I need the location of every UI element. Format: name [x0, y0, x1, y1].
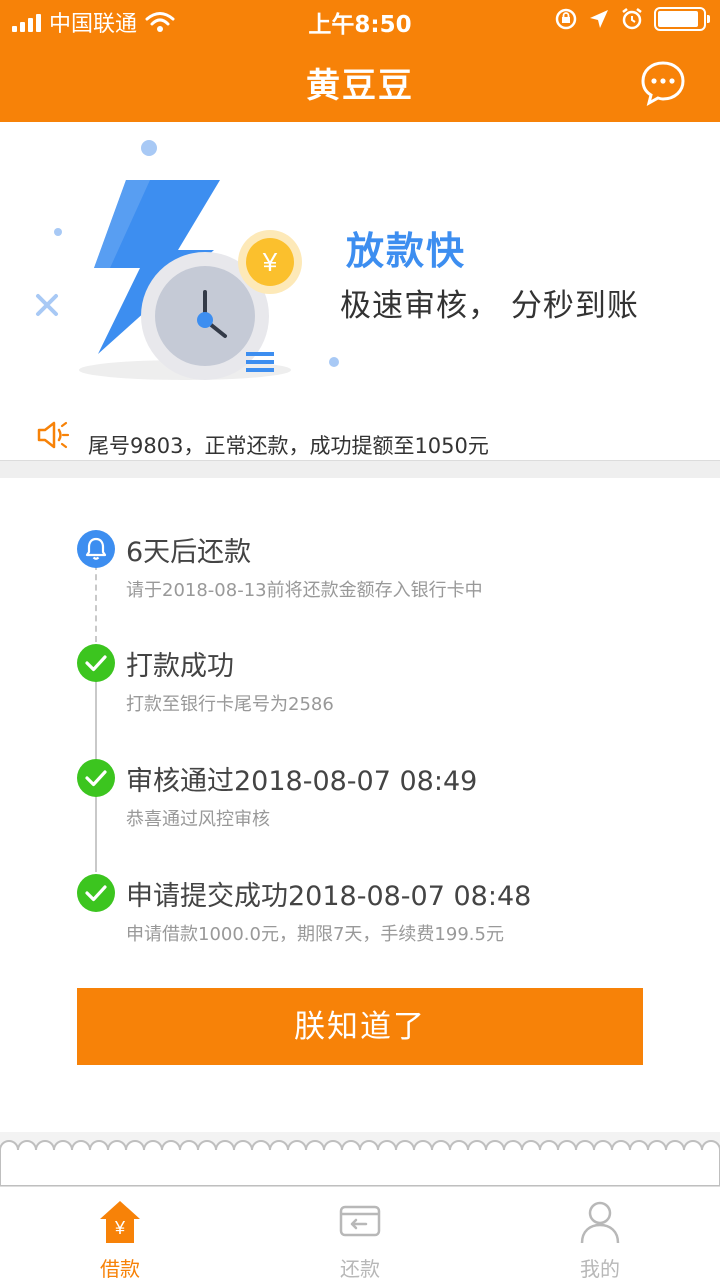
timeline-item: 打款成功 打款至银行卡尾号为2586	[0, 644, 720, 734]
timeline-desc: 打款至银行卡尾号为2586	[126, 694, 334, 715]
timeline-desc: 恭喜通过风控审核	[126, 809, 270, 830]
profile-icon	[580, 1201, 620, 1244]
battery-icon	[654, 7, 710, 31]
tab-label: 还款	[340, 1257, 380, 1280]
fast-loan-illustration: ¥	[36, 140, 339, 380]
timeline-title: 审核通过2018-08-07 08:49	[126, 766, 478, 797]
alarm-icon	[622, 8, 642, 30]
bottom-tab-bar: ¥ 借款 还款 我的	[0, 1186, 720, 1280]
tab-loan[interactable]: ¥ 借款	[0, 1187, 240, 1280]
timeline-item: 审核通过2018-08-07 08:49 恭喜通过风控审核	[0, 759, 720, 849]
notice-text: 尾号9803，正常还款，成功提额至1050元	[88, 434, 489, 458]
page-title: 黄豆豆	[306, 66, 414, 106]
bell-icon	[77, 530, 115, 568]
banner-title: 放款快	[346, 229, 467, 273]
repay-card-icon	[339, 1205, 381, 1237]
notice-ticker: 尾号9803，正常还款，成功提额至1050元	[0, 412, 720, 460]
timeline-item: 申请提交成功2018-08-07 08:48 申请借款1000.0元，期限7天，…	[0, 874, 720, 964]
location-arrow-icon	[590, 10, 608, 28]
timeline-title: 申请提交成功2018-08-07 08:48	[126, 881, 532, 912]
tab-repay[interactable]: 还款	[240, 1187, 480, 1280]
section-divider	[0, 460, 720, 478]
confirm-button[interactable]: 朕知道了	[77, 988, 643, 1065]
speaker-icon	[37, 421, 70, 449]
tab-label: 我的	[580, 1257, 620, 1280]
tab-profile[interactable]: 我的	[480, 1187, 720, 1280]
svg-text:¥: ¥	[114, 1218, 126, 1238]
check-icon	[77, 874, 115, 912]
more-chat-icon[interactable]	[640, 60, 686, 106]
timeline-item: 6天后还款 请于2018-08-13前将还款金额存入银行卡中	[0, 530, 720, 620]
check-icon	[77, 644, 115, 682]
timeline-title: 6天后还款	[126, 537, 252, 568]
loan-house-icon: ¥	[100, 1201, 140, 1243]
scallop-edge-decoration	[0, 1132, 720, 1186]
rotation-lock-icon	[555, 8, 577, 30]
promo-banner: ¥ 放款快 极速审核， 分秒到账	[0, 122, 720, 412]
check-icon	[77, 759, 115, 797]
coin-symbol: ¥	[262, 247, 278, 277]
banner-subtitle: 极速审核， 分秒到账	[340, 288, 639, 324]
app-header: 中国联通 上午8:50 黄豆豆	[0, 0, 720, 122]
timeline-desc: 申请借款1000.0元，期限7天，手续费199.5元	[126, 924, 504, 945]
status-bar: 中国联通 上午8:50	[0, 0, 720, 40]
timeline-desc: 请于2018-08-13前将还款金额存入银行卡中	[126, 580, 483, 601]
tab-label: 借款	[100, 1257, 140, 1280]
timeline-title: 打款成功	[126, 651, 234, 682]
status-right	[554, 7, 710, 31]
